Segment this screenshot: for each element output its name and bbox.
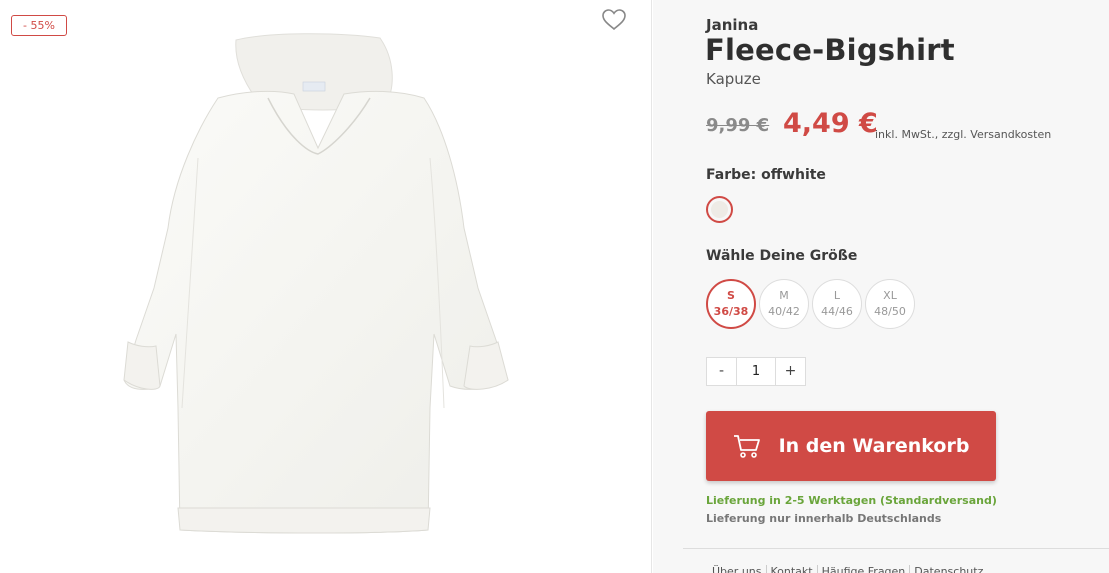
shopping-cart-icon — [733, 435, 760, 458]
wishlist-heart-icon[interactable] — [600, 6, 628, 34]
old-price: 9,99 € — [706, 115, 770, 136]
delivery-time: Lieferung in 2-5 Werktagen (Standardvers… — [706, 494, 997, 507]
product-image[interactable] — [118, 28, 518, 543]
footer-links: Über uns Kontakt Häufige Fragen Datensch… — [708, 565, 987, 573]
footer-link-about[interactable]: Über uns — [708, 565, 767, 573]
size-name: S — [727, 289, 735, 302]
brand-name: Janina — [706, 16, 759, 34]
add-to-cart-label: In den Warenkorb — [778, 435, 970, 457]
product-gallery: - 55% — [0, 0, 652, 573]
size-range: 44/46 — [821, 305, 853, 318]
size-selector: S 36/38 M 40/42 L 44/46 XL 48/50 — [706, 279, 915, 329]
discount-badge: - 55% — [11, 15, 67, 36]
footer-link-privacy[interactable]: Datenschutz — [910, 565, 987, 573]
product-info-panel: Janina Fleece-Bigshirt Kapuze 9,99 € 4,4… — [653, 0, 1109, 573]
color-label: Farbe: offwhite — [706, 167, 826, 183]
size-option-xl[interactable]: XL 48/50 — [865, 279, 915, 329]
quantity-decrease-button[interactable]: - — [707, 358, 736, 385]
size-option-s[interactable]: S 36/38 — [706, 279, 756, 329]
footer-link-contact[interactable]: Kontakt — [767, 565, 818, 573]
divider — [683, 548, 1109, 549]
size-label: Wähle Deine Größe — [706, 248, 858, 264]
product-subtitle: Kapuze — [706, 70, 761, 88]
tax-note: inkl. MwSt., zzgl. Versandkosten — [875, 128, 1052, 141]
swatch-fill — [711, 201, 728, 218]
quantity-increase-button[interactable]: + — [776, 358, 805, 385]
quantity-input[interactable]: 1 — [736, 358, 776, 385]
quantity-stepper: - 1 + — [706, 357, 806, 386]
color-swatch-offwhite[interactable] — [706, 196, 733, 223]
footer-link-faq[interactable]: Häufige Fragen — [818, 565, 911, 573]
size-option-m[interactable]: M 40/42 — [759, 279, 809, 329]
new-price: 4,49 € — [783, 108, 878, 139]
size-name: XL — [883, 289, 897, 302]
add-to-cart-button[interactable]: In den Warenkorb — [706, 411, 996, 481]
size-name: M — [779, 289, 789, 302]
size-name: L — [833, 289, 841, 302]
size-option-l[interactable]: L 44/46 — [812, 279, 862, 329]
product-title: Fleece-Bigshirt — [705, 33, 955, 67]
size-range: 36/38 — [713, 305, 749, 318]
size-range: 40/42 — [768, 305, 800, 318]
delivery-note: Lieferung nur innerhalb Deutschlands — [706, 512, 942, 525]
size-range: 48/50 — [874, 305, 906, 318]
